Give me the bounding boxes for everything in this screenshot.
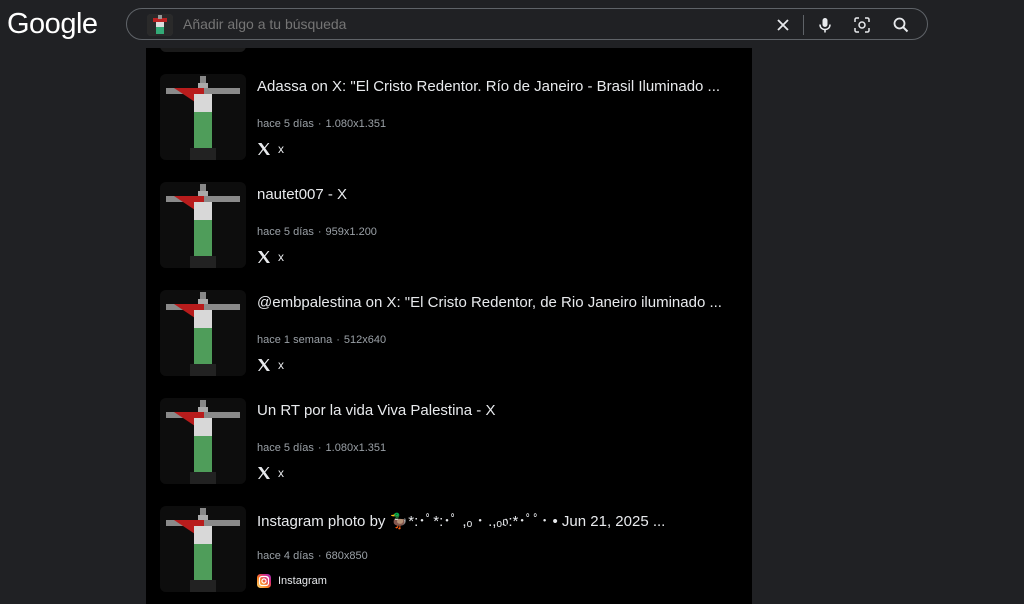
result-meta: hace 5 días · 1.080x1.351 <box>257 118 386 130</box>
source-name: x <box>278 142 284 156</box>
source-name: x <box>278 250 284 264</box>
result-thumbnail[interactable] <box>160 290 246 376</box>
source-name: x <box>278 358 284 372</box>
search-input[interactable] <box>183 9 763 39</box>
result-item[interactable]: Adassa on X: "El Cristo Redentor. Río de… <box>146 74 752 174</box>
instagram-icon <box>257 574 271 588</box>
result-thumbnail[interactable] <box>160 74 246 160</box>
x-logo-icon <box>257 466 271 480</box>
result-age: hace 1 semana <box>257 334 333 346</box>
meta-separator: · <box>317 118 322 130</box>
search-icon[interactable] <box>891 15 911 35</box>
top-bar: Google <box>0 0 1024 48</box>
result-title[interactable]: nautet007 - X <box>257 186 737 203</box>
result-item[interactable]: Instagram photo by 🦆*:･ﾟ*:･ﾟ ,ₒ ･ .,ₒ𝔬:*… <box>146 506 752 604</box>
meta-separator: · <box>317 226 322 238</box>
result-source[interactable]: Instagram <box>257 572 327 590</box>
result-thumbnail[interactable] <box>160 506 246 592</box>
result-meta: hace 4 días · 680x850 <box>257 550 368 562</box>
result-title[interactable]: Un RT por la vida Viva Palestina - X <box>257 402 737 419</box>
result-age: hace 4 días <box>257 550 314 562</box>
meta-separator: · <box>317 550 322 562</box>
result-size: 1.080x1.351 <box>325 118 387 130</box>
microphone-icon[interactable] <box>815 15 835 35</box>
result-source[interactable]: x <box>257 464 284 482</box>
result-item[interactable]: nautet007 - X hace 5 días · 959x1.200 x <box>146 182 752 282</box>
search-divider <box>803 15 804 35</box>
x-logo-icon <box>257 358 271 372</box>
result-thumbnail[interactable] <box>160 398 246 484</box>
result-item[interactable]: @embpalestina on X: "El Cristo Redentor,… <box>146 290 752 390</box>
result-source[interactable]: x <box>257 248 284 266</box>
close-icon[interactable] <box>773 15 793 35</box>
lens-icon[interactable] <box>852 15 872 35</box>
previous-result-thumbnail[interactable] <box>160 48 246 52</box>
result-meta: hace 5 días · 1.080x1.351 <box>257 442 386 454</box>
result-title[interactable]: Instagram photo by 🦆*:･ﾟ*:･ﾟ ,ₒ ･ .,ₒ𝔬:*… <box>257 510 737 531</box>
source-name: Instagram <box>278 575 327 587</box>
search-image-thumbnail[interactable] <box>147 14 173 36</box>
meta-separator: · <box>317 442 322 454</box>
search-box[interactable] <box>126 8 928 40</box>
meta-separator: · <box>336 334 340 346</box>
result-source[interactable]: x <box>257 140 284 158</box>
result-size: 680x850 <box>325 550 368 562</box>
x-logo-icon <box>257 250 271 264</box>
result-age: hace 5 días <box>257 118 314 130</box>
source-name: x <box>278 466 284 480</box>
result-thumbnail[interactable] <box>160 182 246 268</box>
google-logo[interactable]: Google <box>7 8 98 41</box>
image-results-list: Adassa on X: "El Cristo Redentor. Río de… <box>146 48 752 604</box>
result-age: hace 5 días <box>257 442 314 454</box>
result-meta: hace 5 días · 959x1.200 <box>257 226 377 238</box>
result-title[interactable]: @embpalestina on X: "El Cristo Redentor,… <box>257 294 737 311</box>
result-title[interactable]: Adassa on X: "El Cristo Redentor. Río de… <box>257 78 737 95</box>
result-source[interactable]: x <box>257 356 284 374</box>
result-size: 1.080x1.351 <box>325 442 387 454</box>
result-age: hace 5 días <box>257 226 314 238</box>
result-meta: hace 1 semana · 512x640 <box>257 334 386 346</box>
result-size: 959x1.200 <box>325 226 377 238</box>
result-item[interactable]: Un RT por la vida Viva Palestina - X hac… <box>146 398 752 498</box>
result-size: 512x640 <box>343 334 387 346</box>
x-logo-icon <box>257 142 271 156</box>
